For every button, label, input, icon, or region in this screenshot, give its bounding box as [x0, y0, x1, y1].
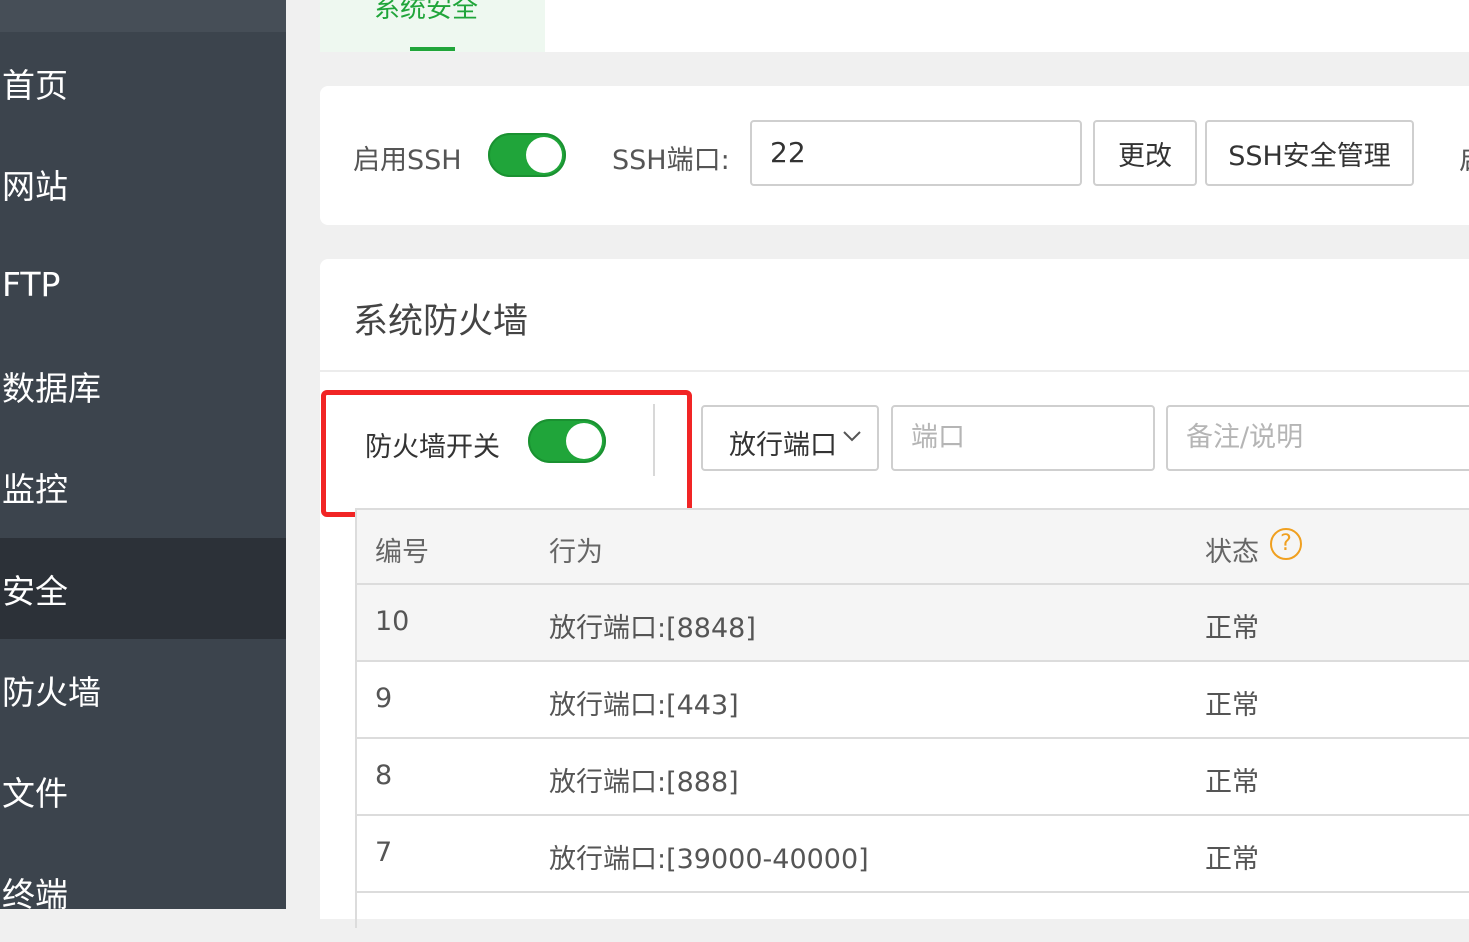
ssh-enable-label: 启用SSH [353, 145, 462, 176]
sidebar-item-label: 网站 [2, 166, 68, 206]
ssh-port-label: SSH端口: [612, 145, 730, 176]
chevron-down-icon [843, 431, 861, 442]
sidebar-item-label: 数据库 [2, 368, 101, 408]
sidebar-item-home[interactable]: 首页 [0, 32, 286, 133]
sidebar-item-website[interactable]: 网站 [0, 133, 286, 234]
sidebar-item-files[interactable]: 文件 [0, 740, 286, 841]
port-input[interactable]: 端口 [891, 405, 1155, 471]
firewall-rules-table: 编号 行为 状态 ? 10 放行端口:[8848] 正常 9 放行端口:[443… [355, 508, 1469, 928]
sidebar-item-security[interactable]: 安全 [0, 538, 286, 639]
row-id: 7 [375, 837, 393, 868]
highlight-box [321, 390, 692, 517]
row-id: 8 [375, 760, 393, 791]
sidebar-item-ftp[interactable]: FTP [0, 234, 286, 335]
table-header: 编号 行为 状态 ? [357, 508, 1469, 585]
table-row[interactable]: 7 放行端口:[39000-40000] 正常 [357, 816, 1469, 893]
tab-system-security[interactable]: 系统安全 [320, 0, 545, 52]
change-port-button[interactable]: 更改 [1093, 120, 1197, 186]
row-action: 放行端口:[8848] [549, 613, 756, 644]
sidebar-item-label: 终端 [2, 874, 68, 914]
ssh-settings-card: 启用SSH SSH端口: 22 更改 SSH安全管理 启 [320, 86, 1469, 225]
sidebar-item-label: 首页 [2, 65, 68, 105]
tab-bar: 系统安全 [320, 0, 1469, 52]
note-input[interactable]: 备注/说明 [1166, 405, 1469, 471]
header-action: 行为 [549, 537, 603, 568]
row-id: 10 [375, 606, 410, 637]
row-action: 放行端口:[443] [549, 690, 739, 721]
sidebar: 首页 网站 FTP 数据库 监控 安全 防火墙 文件 终端 [0, 0, 286, 914]
row-action: 放行端口:[39000-40000] [549, 844, 869, 875]
sidebar-item-label: 防火墙 [2, 672, 101, 712]
row-id: 9 [375, 683, 393, 714]
sidebar-item-label: 文件 [2, 773, 68, 813]
tab-label: 系统安全 [374, 0, 479, 24]
sidebar-item-monitor[interactable]: 监控 [0, 436, 286, 537]
header-status: 状态 [1205, 537, 1259, 568]
sidebar-item-label: 安全 [2, 571, 68, 611]
header-id: 编号 [375, 537, 429, 568]
tab-active-indicator [410, 47, 455, 51]
action-select[interactable]: 放行端口 [701, 405, 879, 471]
help-icon[interactable]: ? [1270, 528, 1302, 560]
table-row[interactable]: 8 放行端口:[888] 正常 [357, 739, 1469, 816]
row-action: 放行端口:[888] [549, 767, 739, 798]
ssh-enable-toggle[interactable] [488, 133, 566, 177]
row-status: 正常 [1205, 613, 1259, 644]
sidebar-top-strip [0, 0, 286, 32]
sidebar-item-label: 监控 [2, 469, 68, 509]
ssh-security-manage-button[interactable]: SSH安全管理 [1205, 120, 1414, 186]
firewall-title: 系统防火墙 [353, 302, 529, 342]
table-row[interactable]: 9 放行端口:[443] 正常 [357, 662, 1469, 739]
table-row[interactable]: 10 放行端口:[8848] 正常 [357, 585, 1469, 662]
firewall-card: 系统防火墙 防火墙开关 放行端口 端口 备注/说明 编号 行为 状态 ? 10 … [320, 259, 1469, 928]
sidebar-item-terminal[interactable]: 终端 [0, 841, 286, 942]
toggle-knob [526, 137, 562, 173]
sidebar-item-firewall[interactable]: 防火墙 [0, 639, 286, 740]
action-select-value: 放行端口 [729, 430, 837, 461]
row-status: 正常 [1205, 690, 1259, 721]
row-status: 正常 [1205, 767, 1259, 798]
sidebar-item-label: FTP [2, 265, 61, 304]
ssh-cutoff-label: 启 [1459, 138, 1469, 177]
ssh-port-input[interactable]: 22 [750, 120, 1082, 186]
divider [320, 370, 1469, 372]
sidebar-item-database[interactable]: 数据库 [0, 335, 286, 436]
row-status: 正常 [1205, 844, 1259, 875]
